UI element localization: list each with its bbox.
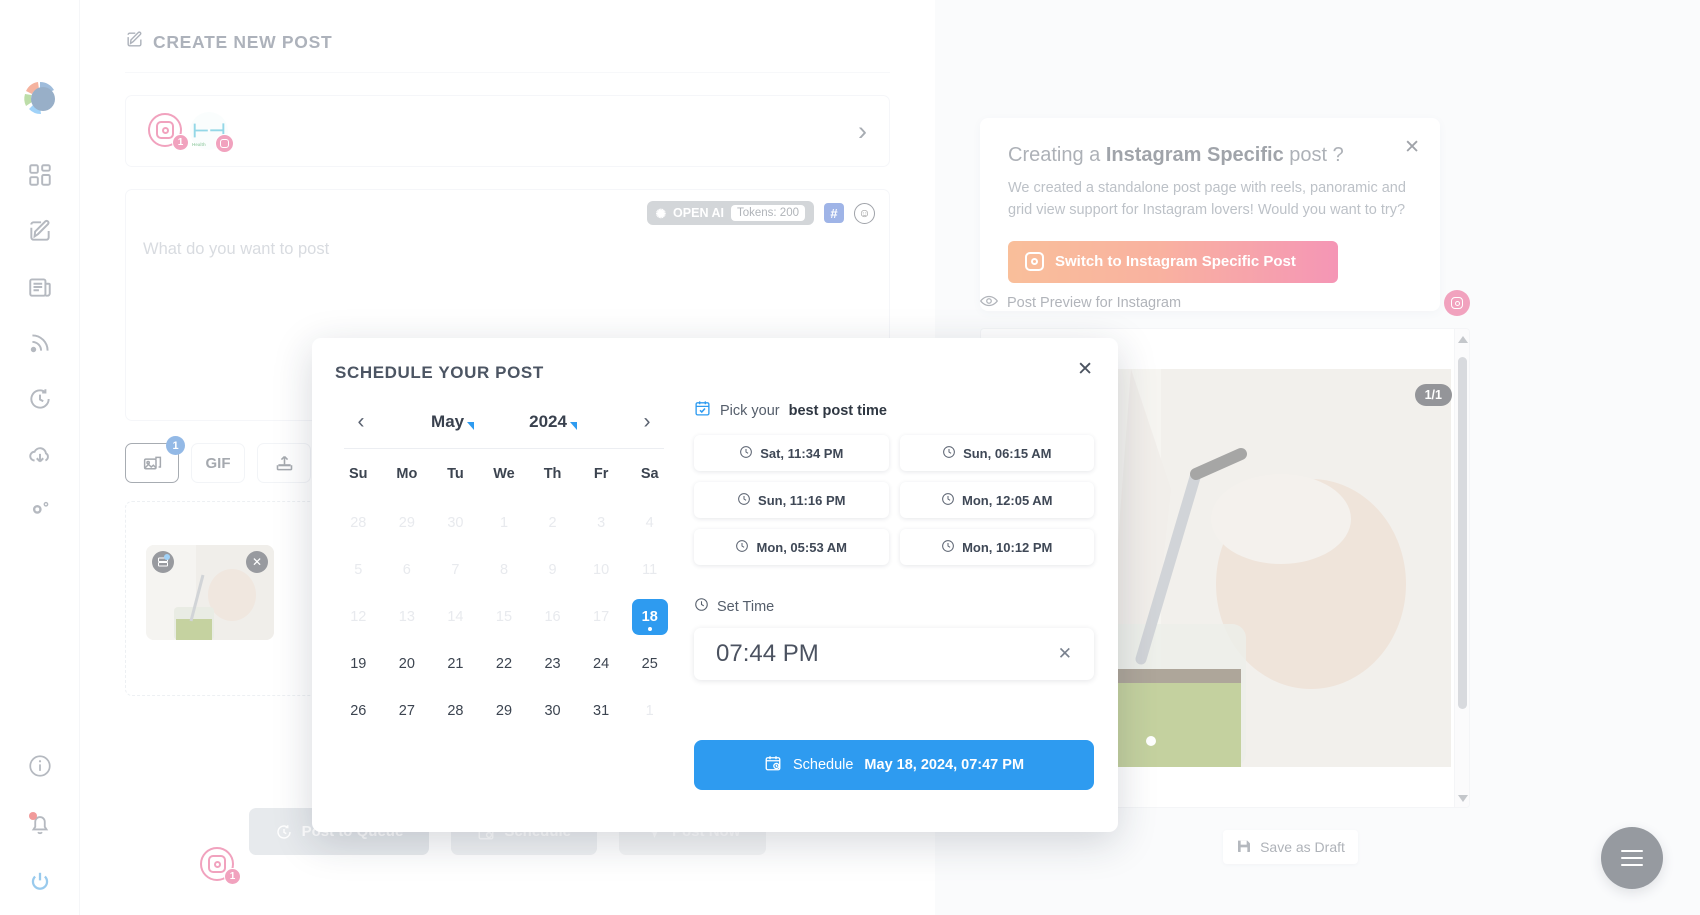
best-time-slots: Sat, 11:34 PM Sun, 06:15 AM Sun, 11:16 PM M… xyxy=(694,435,1094,565)
best-time-slot[interactable]: Sun, 06:15 AM xyxy=(899,435,1094,471)
confirm-schedule-label: Schedule xyxy=(792,757,854,773)
calendar: ‹ May 2024 › Su Mo Tu We Th Fr Sa 28 29 30 1 2 3 4 5 6… xyxy=(334,400,674,734)
calendar-day[interactable]: 12 xyxy=(334,593,383,640)
best-time-bold: best post time xyxy=(788,402,887,419)
calendar-prev-button[interactable]: ‹ xyxy=(346,407,376,437)
calendar-day[interactable]: 9 xyxy=(528,546,577,593)
calendar-day[interactable]: 16 xyxy=(528,593,577,640)
best-time-slot-label: Sun, 06:15 AM xyxy=(963,445,1052,461)
calendar-day[interactable]: 4 xyxy=(625,499,674,546)
best-time-prefix: Pick your xyxy=(720,402,780,419)
chevron-down-icon xyxy=(467,422,475,430)
calendar-day[interactable]: 5 xyxy=(334,546,383,593)
calendar-day[interactable]: 20 xyxy=(383,640,432,687)
calendar-day[interactable]: 11 xyxy=(625,546,674,593)
calendar-day[interactable]: 17 xyxy=(577,593,626,640)
calendar-weekday: Tu xyxy=(447,466,464,482)
calendar-weekday: Th xyxy=(543,466,562,482)
calendar-day[interactable]: 30 xyxy=(528,687,577,734)
calendar-month-select[interactable]: May xyxy=(431,412,475,432)
calendar-day[interactable]: 1 xyxy=(625,687,674,734)
best-time-slot[interactable]: Mon, 12:05 AM xyxy=(899,482,1094,518)
best-time-slot[interactable]: Mon, 05:53 AM xyxy=(694,529,889,565)
calendar-divider xyxy=(344,448,664,449)
calendar-day[interactable]: 25 xyxy=(625,640,674,687)
calendar-day[interactable]: 8 xyxy=(480,546,529,593)
set-time-label: Set Time xyxy=(717,598,775,615)
set-time-field[interactable]: 07:44 PM ✕ xyxy=(694,628,1094,680)
calendar-day[interactable]: 26 xyxy=(334,687,383,734)
calendar-clock-icon xyxy=(764,754,782,776)
calendar-day[interactable]: 29 xyxy=(480,687,529,734)
calendar-check-icon xyxy=(694,400,711,421)
best-time-slot[interactable]: Mon, 10:12 PM xyxy=(899,529,1094,565)
clock-icon xyxy=(737,492,751,509)
schedule-modal: SCHEDULE YOUR POST ✕ ‹ May 2024 › Su Mo Tu… xyxy=(312,338,1118,832)
set-time-value: 07:44 PM xyxy=(716,640,819,667)
calendar-year-label: 2024 xyxy=(529,412,567,431)
calendar-header: ‹ May 2024 › xyxy=(334,400,674,444)
calendar-day[interactable]: 29 xyxy=(383,499,432,546)
calendar-weekday: We xyxy=(493,466,515,482)
app-root: CREATE NEW POST 1 ⊢⊣ Health xyxy=(0,0,1700,915)
best-time-slot[interactable]: Sun, 11:16 PM xyxy=(694,482,889,518)
calendar-day[interactable]: 28 xyxy=(431,687,480,734)
calendar-weekday: Fr xyxy=(593,466,609,482)
calendar-day[interactable]: 22 xyxy=(480,640,529,687)
schedule-side-panel: Pick your best post time Sat, 11:34 PM Su… xyxy=(694,400,1094,790)
clock-icon xyxy=(739,445,753,462)
calendar-weekday-row: Su Mo Tu We Th Fr Sa xyxy=(334,457,674,491)
calendar-day[interactable]: 30 xyxy=(431,499,480,546)
best-time-slot-label: Mon, 05:53 AM xyxy=(756,539,848,555)
schedule-modal-title: SCHEDULE YOUR POST xyxy=(335,363,544,382)
clock-icon xyxy=(694,597,709,616)
calendar-day[interactable]: 27 xyxy=(383,687,432,734)
calendar-month-label: May xyxy=(431,412,465,431)
best-time-slot-label: Mon, 12:05 AM xyxy=(961,492,1053,508)
best-post-time-label: Pick your best post time xyxy=(694,400,1094,421)
calendar-day[interactable]: 13 xyxy=(383,593,432,640)
calendar-day[interactable]: 10 xyxy=(577,546,626,593)
calendar-day[interactable]: 31 xyxy=(577,687,626,734)
calendar-day[interactable]: 28 xyxy=(334,499,383,546)
calendar-weekday: Mo xyxy=(396,466,418,482)
clock-icon xyxy=(735,539,749,556)
calendar-day[interactable]: 3 xyxy=(577,499,626,546)
clock-icon xyxy=(941,492,955,509)
calendar-day[interactable]: 19 xyxy=(334,640,383,687)
clear-time-icon[interactable]: ✕ xyxy=(1058,644,1072,664)
clock-icon xyxy=(942,445,956,462)
clock-icon xyxy=(941,539,955,556)
calendar-day[interactable]: 23 xyxy=(528,640,577,687)
chevron-down-icon xyxy=(569,422,577,430)
calendar-next-button[interactable]: › xyxy=(632,407,662,437)
calendar-day[interactable]: 15 xyxy=(480,593,529,640)
calendar-weekday: Sa xyxy=(640,466,659,482)
best-time-slot-label: Sun, 11:16 PM xyxy=(758,492,846,508)
calendar-day[interactable]: 24 xyxy=(577,640,626,687)
best-time-slot-label: Mon, 10:12 PM xyxy=(962,539,1053,555)
calendar-day[interactable]: 7 xyxy=(431,546,480,593)
calendar-day[interactable]: 1 xyxy=(480,499,529,546)
calendar-days-grid: 28 29 30 1 2 3 4 5 6 7 8 9 10 11 12 13 14 15 16 17 18 19 20 21 2… xyxy=(334,499,674,734)
calendar-weekday: Su xyxy=(349,466,368,482)
calendar-day[interactable]: 14 xyxy=(431,593,480,640)
calendar-day-selected[interactable]: 18 xyxy=(625,593,674,640)
confirm-schedule-datetime: May 18, 2024, 07:47 PM xyxy=(864,757,1025,773)
calendar-year-select[interactable]: 2024 xyxy=(529,412,577,432)
best-time-slot-label: Sat, 11:34 PM xyxy=(760,445,844,461)
calendar-day[interactable]: 21 xyxy=(431,640,480,687)
calendar-day[interactable]: 2 xyxy=(528,499,577,546)
calendar-day[interactable]: 6 xyxy=(383,546,432,593)
close-icon[interactable]: ✕ xyxy=(1077,360,1093,379)
best-time-slot[interactable]: Sat, 11:34 PM xyxy=(694,435,889,471)
confirm-schedule-button[interactable]: Schedule May 18, 2024, 07:47 PM xyxy=(694,740,1094,790)
set-time-label-group: Set Time xyxy=(694,597,1094,616)
